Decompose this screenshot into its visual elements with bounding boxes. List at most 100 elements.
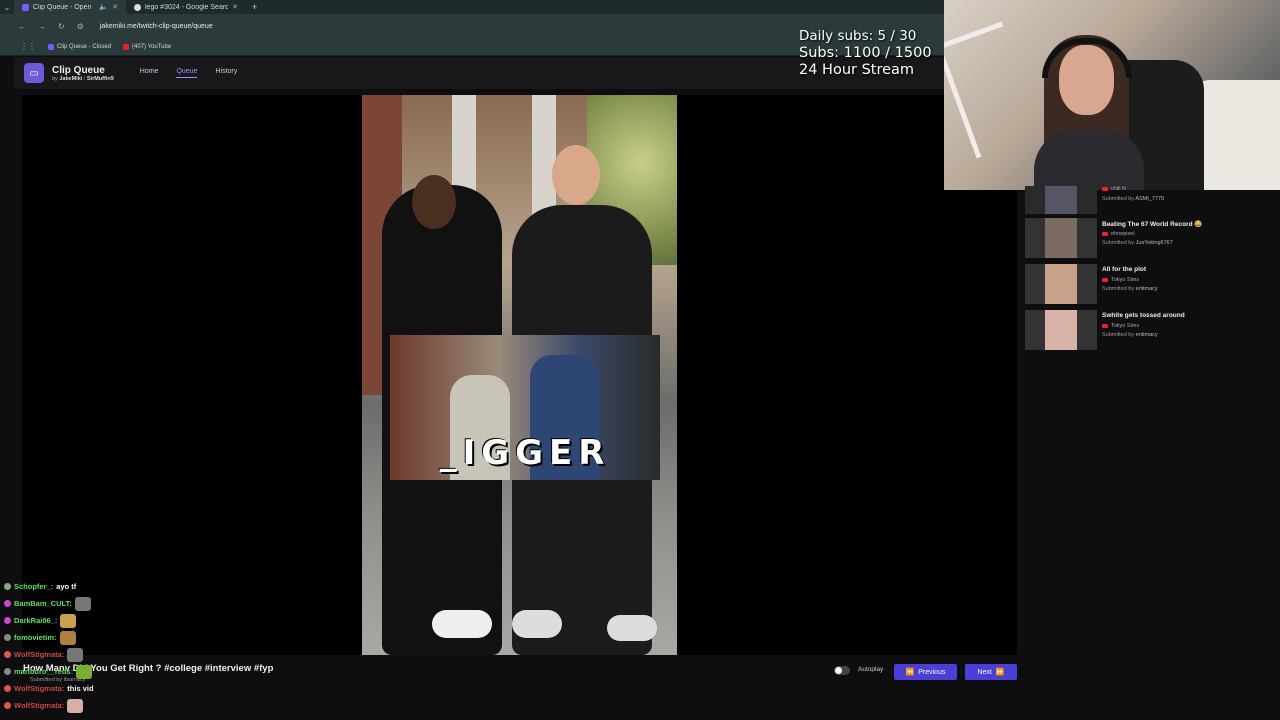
close-tab-icon[interactable]: ✕ [232,3,238,11]
chat-line: Schopfer_: ayo tf [4,578,304,595]
chat-badge-icon [4,685,11,692]
previous-label: Previous [918,668,946,676]
queue-item[interactable]: Swhite gets tossed around Tokyo Sims Sub… [1022,310,1280,356]
google-favicon-icon [134,3,141,11]
queue-item[interactable]: chill fx Submitted by ASMI_7770 [1022,186,1280,218]
chat-emote-icon [76,664,93,679]
queue-title: Beating The 67 World Record 😂 [1102,221,1203,228]
webcam-scene-mic-arm [944,21,1043,159]
next-button[interactable]: Next ⏩ [965,664,1017,680]
chat-username: BamBam_CULT: [14,599,72,608]
queue-submitter: Submitted by ASMI_7770 [1102,196,1165,202]
chat-badge-icon [4,617,11,624]
thumbnail-image [1045,218,1077,258]
chat-username: DarkRai06_: [14,616,58,625]
webcam-feed [944,0,1280,190]
stream-label: 24 Hour Stream [799,62,915,78]
queue-channel: chill fx [1102,186,1126,192]
video-scene-shoe [607,615,657,641]
video-frame[interactable]: _IGGER [362,95,677,655]
bookmark-clip-queue[interactable]: Clip Queue - Closed [48,43,112,50]
chat-message: this vid [67,684,94,693]
brand: Clip Queue by JakeMiki / SirMuffin9 [52,65,114,82]
bookmark-youtube[interactable]: (407) YouTube [123,43,172,50]
chat-badge-icon [4,651,11,658]
forward-icon[interactable]: → [38,22,46,31]
queue-title: Swhite gets tossed around [1102,312,1185,319]
bookmark-label: Clip Queue - Closed [57,43,112,50]
nav-history[interactable]: History [215,68,237,78]
thumbnail-image [1045,264,1077,304]
app-authors: by JakeMiki / SirMuffin9 [52,75,114,82]
queue-submitter: Submitted by entimacy [1102,332,1158,338]
chat-line: WolfStigmata: [4,646,304,663]
queue-thumbnail [1025,218,1097,258]
chat-line: WolfStigmata: [4,697,304,714]
main-nav: Home Queue History [140,68,237,78]
tab-menu-icon[interactable]: ⌄ [0,3,14,12]
chat-username: WolfStigmata: [14,684,65,693]
chat-line: fomovietim: [4,629,304,646]
queue-channel: Tokyo Sims [1102,323,1139,329]
previous-button[interactable]: ⏪ Previous [894,664,957,680]
chat-emote-icon [67,698,84,713]
chat-emote-icon [59,630,76,645]
reload-icon[interactable]: ↻ [58,22,65,31]
webcam-scene-headset [1042,38,1132,78]
queue-thumbnail [1025,186,1097,214]
autoplay-label: Autoplay [858,666,884,673]
tab-label: lego #3024 - Google Search [145,3,229,11]
chat-line: BamBam_CULT: [4,595,304,612]
chat-emote-icon [67,647,84,662]
chat-badge-icon [4,702,11,709]
chat-emote-icon [74,596,91,611]
site-info-icon[interactable]: ⚙ [77,22,84,31]
twitch-favicon-icon [48,43,54,50]
nav-queue[interactable]: Queue [176,68,198,78]
thumbnail-image [1045,186,1077,214]
url-field[interactable]: jakemiki.me/twitch-clip-queue/queue [100,23,213,30]
subs-goal: Subs: 1100 / 1500 [799,45,932,61]
twitch-favicon-icon [22,3,29,11]
chat-username: fomovietim: [14,633,57,642]
app-title: Clip Queue [52,64,105,76]
browser-tab-bar: ⌄ Clip Queue - Open 🔈 ✕ lego #3024 - Goo… [0,0,944,14]
autoplay-toggle[interactable] [834,666,850,675]
tv-logo-icon[interactable]: ▭ [24,63,44,83]
chat-username: Schopfer_: [14,582,54,591]
close-tab-icon[interactable]: ✕ [112,3,118,11]
chat-line: WolfStigmata: this vid [4,680,304,697]
queue-item[interactable]: All for the plot Tokyo Sims Submitted by… [1022,264,1280,310]
stream-goal-overlay: Daily subs: 5 / 30 Subs: 1100 / 1500 24 … [799,28,932,79]
chat-badge-icon [4,583,11,590]
queue-channel: Tokyo Sims [1102,277,1139,283]
chat-emote-icon [60,613,77,628]
apps-grid-icon[interactable]: ⋮⋮ [20,42,36,51]
video-scene-shoe [432,610,492,638]
chat-badge-icon [4,600,11,607]
thumbnail-image [1045,310,1077,350]
youtube-icon [1102,324,1108,328]
fast-forward-icon: ⏩ [995,669,1005,676]
chat-username: WolfStigmata: [14,650,65,659]
youtube-icon [1102,187,1108,191]
chat-badge-icon [4,634,11,641]
chat-line: marlboro__reds: [4,663,304,680]
chat-username: WolfStigmata: [14,701,65,710]
new-tab-icon[interactable]: + [246,2,263,12]
tab-google-search[interactable]: lego #3024 - Google Search ✕ [126,0,246,14]
next-label: Next [977,668,992,676]
queue-thumbnail [1025,310,1097,350]
speaker-icon[interactable]: 🔈 [99,3,108,11]
nav-home[interactable]: Home [140,68,159,78]
video-player[interactable]: _IGGER [22,95,1017,655]
chat-badge-icon [4,668,11,675]
bookmark-label: (407) YouTube [132,43,172,50]
queue-item[interactable]: Beating The 67 World Record 😂 ohnepixel … [1022,218,1280,264]
queue-channel: ohnepixel [1102,231,1135,237]
chat-overlay: Schopfer_: ayo tf BamBam_CULT: DarkRai06… [4,578,304,714]
chat-username: marlboro__reds: [14,667,74,676]
back-icon[interactable]: ← [18,22,26,31]
video-scene-shoe [512,610,562,638]
tab-clip-queue[interactable]: Clip Queue - Open 🔈 ✕ [14,0,126,14]
